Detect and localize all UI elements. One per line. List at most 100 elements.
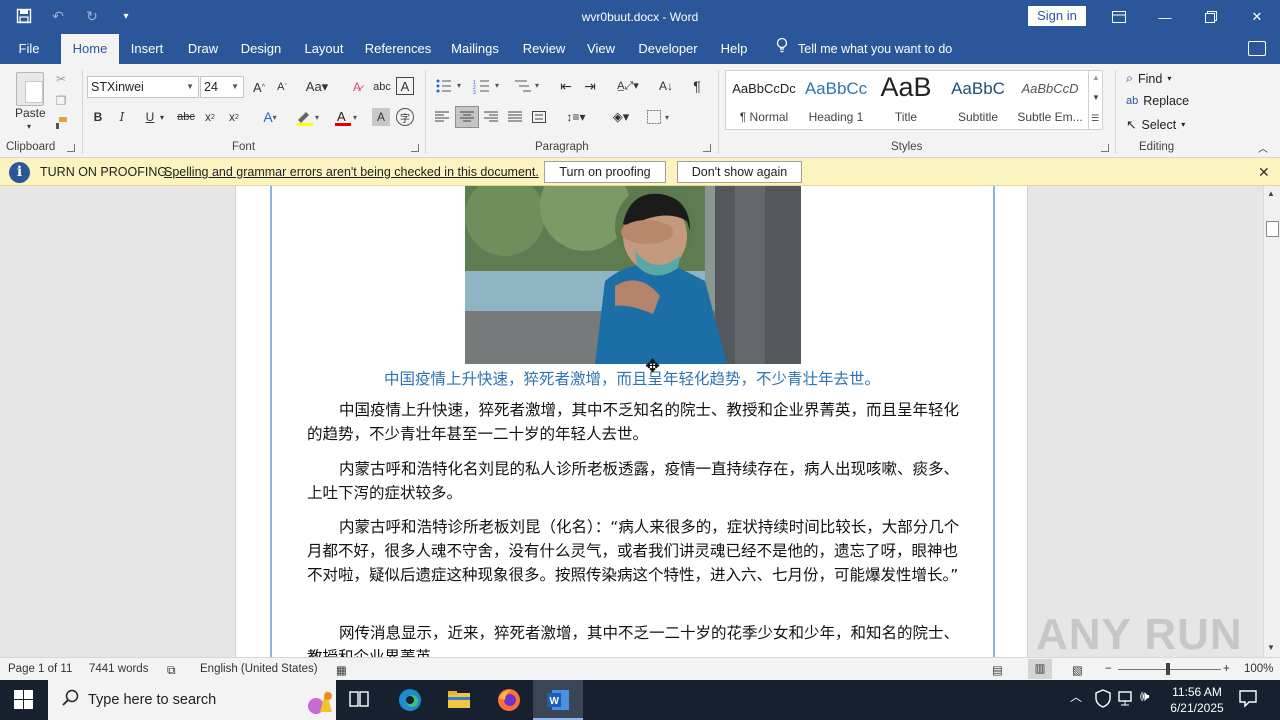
turn-on-proofing-button[interactable]: Turn on proofing	[544, 161, 666, 183]
paragraph-launcher-icon[interactable]	[703, 144, 711, 152]
document-photo[interactable]	[465, 186, 801, 364]
scroll-up-icon[interactable]: ▲	[1267, 189, 1275, 198]
line-spacing-icon[interactable]: ↕≡▾	[560, 107, 592, 127]
taskbar-search-box[interactable]: Type here to search	[48, 680, 336, 720]
text-effects-icon[interactable]: A ▾	[255, 108, 285, 126]
paste-dropdown-icon[interactable]: ▾	[27, 122, 31, 131]
proofing-icon[interactable]: ⧉	[167, 663, 176, 678]
sign-in-button[interactable]: Sign in	[1028, 6, 1086, 26]
vertical-scrollbar[interactable]: ▲ ▼	[1263, 186, 1280, 657]
chevron-down-icon[interactable]: ▼	[1092, 93, 1100, 102]
align-center-icon[interactable]	[455, 106, 479, 128]
tab-view[interactable]: View	[582, 34, 620, 64]
notifications-icon[interactable]	[1238, 688, 1262, 712]
more-styles-icon[interactable]: ☰	[1091, 113, 1099, 124]
print-layout-icon[interactable]: ▥	[1028, 659, 1052, 679]
restore-icon[interactable]	[1188, 0, 1234, 34]
decrease-indent-icon[interactable]: ⇤	[556, 76, 576, 96]
bold-icon[interactable]: B	[89, 108, 107, 126]
tab-developer[interactable]: Developer	[634, 34, 702, 64]
shrink-font-icon[interactable]: Aˇ	[273, 76, 291, 98]
word-count[interactable]: 7441 words	[89, 663, 148, 675]
grow-font-icon[interactable]: A ^	[250, 76, 268, 98]
italic-icon[interactable]: I	[113, 108, 131, 126]
clear-formatting-icon[interactable]: A̷	[347, 76, 367, 98]
strikethrough-icon[interactable]: abc	[175, 108, 197, 126]
justify-icon[interactable]	[505, 107, 525, 127]
comments-icon[interactable]	[1248, 41, 1266, 56]
task-view-icon[interactable]	[348, 688, 372, 712]
tab-file[interactable]: File	[8, 34, 50, 64]
tab-mailings[interactable]: Mailings	[446, 34, 504, 64]
change-case-icon[interactable]: Aa▾	[302, 76, 332, 98]
font-name-combobox[interactable]: STXinwei ▼	[87, 76, 199, 98]
word-taskbar-button[interactable]: W	[533, 680, 583, 720]
font-color-icon[interactable]: A ▾	[331, 108, 361, 126]
page-count[interactable]: Page 1 of 11	[8, 663, 72, 675]
increase-indent-icon[interactable]: ⇥	[580, 76, 600, 96]
tell-me-search[interactable]: Tell me what you want to do	[776, 34, 952, 64]
font-size-combobox[interactable]: 24 ▼	[200, 76, 244, 98]
web-layout-icon[interactable]: ▧	[1072, 663, 1083, 677]
security-icon[interactable]	[1094, 688, 1118, 712]
notification-text-link[interactable]: Spelling and grammar errors aren't being…	[164, 165, 539, 179]
copy-icon[interactable]: ❐	[52, 92, 70, 110]
highlight-color-icon[interactable]: ▾	[293, 108, 323, 126]
style-normal[interactable]: AaBbCcDc ¶ Normal	[730, 71, 798, 129]
language-status[interactable]: English (United States)	[200, 663, 318, 675]
document-page[interactable]: 中国疫情上升快速，猝死者激增，而且呈年轻化趋势，不少青壮年去世。 中国疫情上升快…	[235, 186, 1028, 657]
zoom-level[interactable]: 100%	[1244, 663, 1273, 675]
edge-browser-icon[interactable]	[398, 688, 422, 712]
style-subtitle[interactable]: AaBbC Subtitle	[944, 71, 1012, 129]
tab-draw[interactable]: Draw	[180, 34, 226, 64]
scrollbar-thumb[interactable]	[1266, 221, 1279, 237]
numbering-icon[interactable]: 1 2 3 ▾	[472, 76, 504, 96]
enclose-characters-icon[interactable]: 字	[396, 108, 414, 126]
read-mode-icon[interactable]: ▤	[992, 663, 1003, 677]
system-clock[interactable]: 11:56 AM 6/21/2025	[1162, 684, 1232, 716]
tab-help[interactable]: Help	[714, 34, 754, 64]
minimize-icon[interactable]: —	[1142, 0, 1188, 34]
tab-layout[interactable]: Layout	[298, 34, 350, 64]
zoom-out-icon[interactable]: −	[1105, 663, 1112, 675]
styles-gallery-scroll[interactable]: ▲ ▼ ☰	[1088, 71, 1102, 129]
dont-show-again-button[interactable]: Don't show again	[677, 161, 802, 183]
firefox-icon[interactable]	[497, 688, 521, 712]
windows-start-icon[interactable]	[14, 688, 38, 712]
bullets-icon[interactable]: ▾	[434, 76, 466, 96]
chevron-up-icon[interactable]: ▲	[1092, 73, 1100, 82]
network-icon[interactable]	[1117, 688, 1141, 712]
styles-launcher-icon[interactable]	[1101, 144, 1109, 152]
style-subtle-emphasis[interactable]: AaBbCcD Subtle Em...	[1016, 71, 1084, 129]
tab-insert[interactable]: Insert	[124, 34, 170, 64]
find-button[interactable]: ⌕ Find ▾	[1126, 71, 1171, 86]
format-painter-icon[interactable]	[52, 114, 70, 132]
sort-icon[interactable]: A↓	[656, 76, 676, 96]
multilevel-list-icon[interactable]: ▾	[512, 76, 544, 96]
zoom-slider-thumb[interactable]	[1166, 663, 1170, 675]
font-launcher-icon[interactable]	[411, 144, 419, 152]
ribbon-display-options-icon[interactable]	[1096, 0, 1142, 34]
select-button[interactable]: ↖ Select ▾	[1126, 117, 1185, 133]
close-notification-icon[interactable]: ✕	[1258, 164, 1270, 181]
replace-button[interactable]: ab Replace	[1126, 94, 1189, 108]
tab-references[interactable]: References	[362, 34, 434, 64]
scroll-down-icon[interactable]: ▼	[1267, 643, 1275, 652]
paste-icon[interactable]	[16, 72, 44, 106]
tab-home[interactable]: Home	[61, 34, 119, 64]
shading-icon[interactable]: ◈▾	[605, 107, 637, 127]
superscript-icon[interactable]: x2	[224, 108, 244, 126]
document-area[interactable]: 中国疫情上升快速，猝死者激增，而且呈年轻化趋势，不少青壮年去世。 中国疫情上升快…	[0, 186, 1263, 657]
style-title[interactable]: AaB Title	[872, 71, 940, 129]
distributed-icon[interactable]	[529, 107, 549, 127]
zoom-in-icon[interactable]: +	[1223, 663, 1230, 675]
asian-layout-icon[interactable]: A̲⤢▾	[612, 76, 644, 96]
underline-dropdown-icon[interactable]: ▾	[156, 108, 168, 126]
character-shading-icon[interactable]: A	[372, 108, 390, 126]
align-right-icon[interactable]	[481, 107, 501, 127]
borders-icon[interactable]: ▾	[645, 107, 677, 127]
paste-button[interactable]: Paste	[15, 106, 46, 120]
file-explorer-icon[interactable]	[447, 688, 471, 712]
show-hidden-icons-icon[interactable]: ︿	[1070, 688, 1094, 712]
cut-icon[interactable]: ✂	[52, 70, 70, 88]
